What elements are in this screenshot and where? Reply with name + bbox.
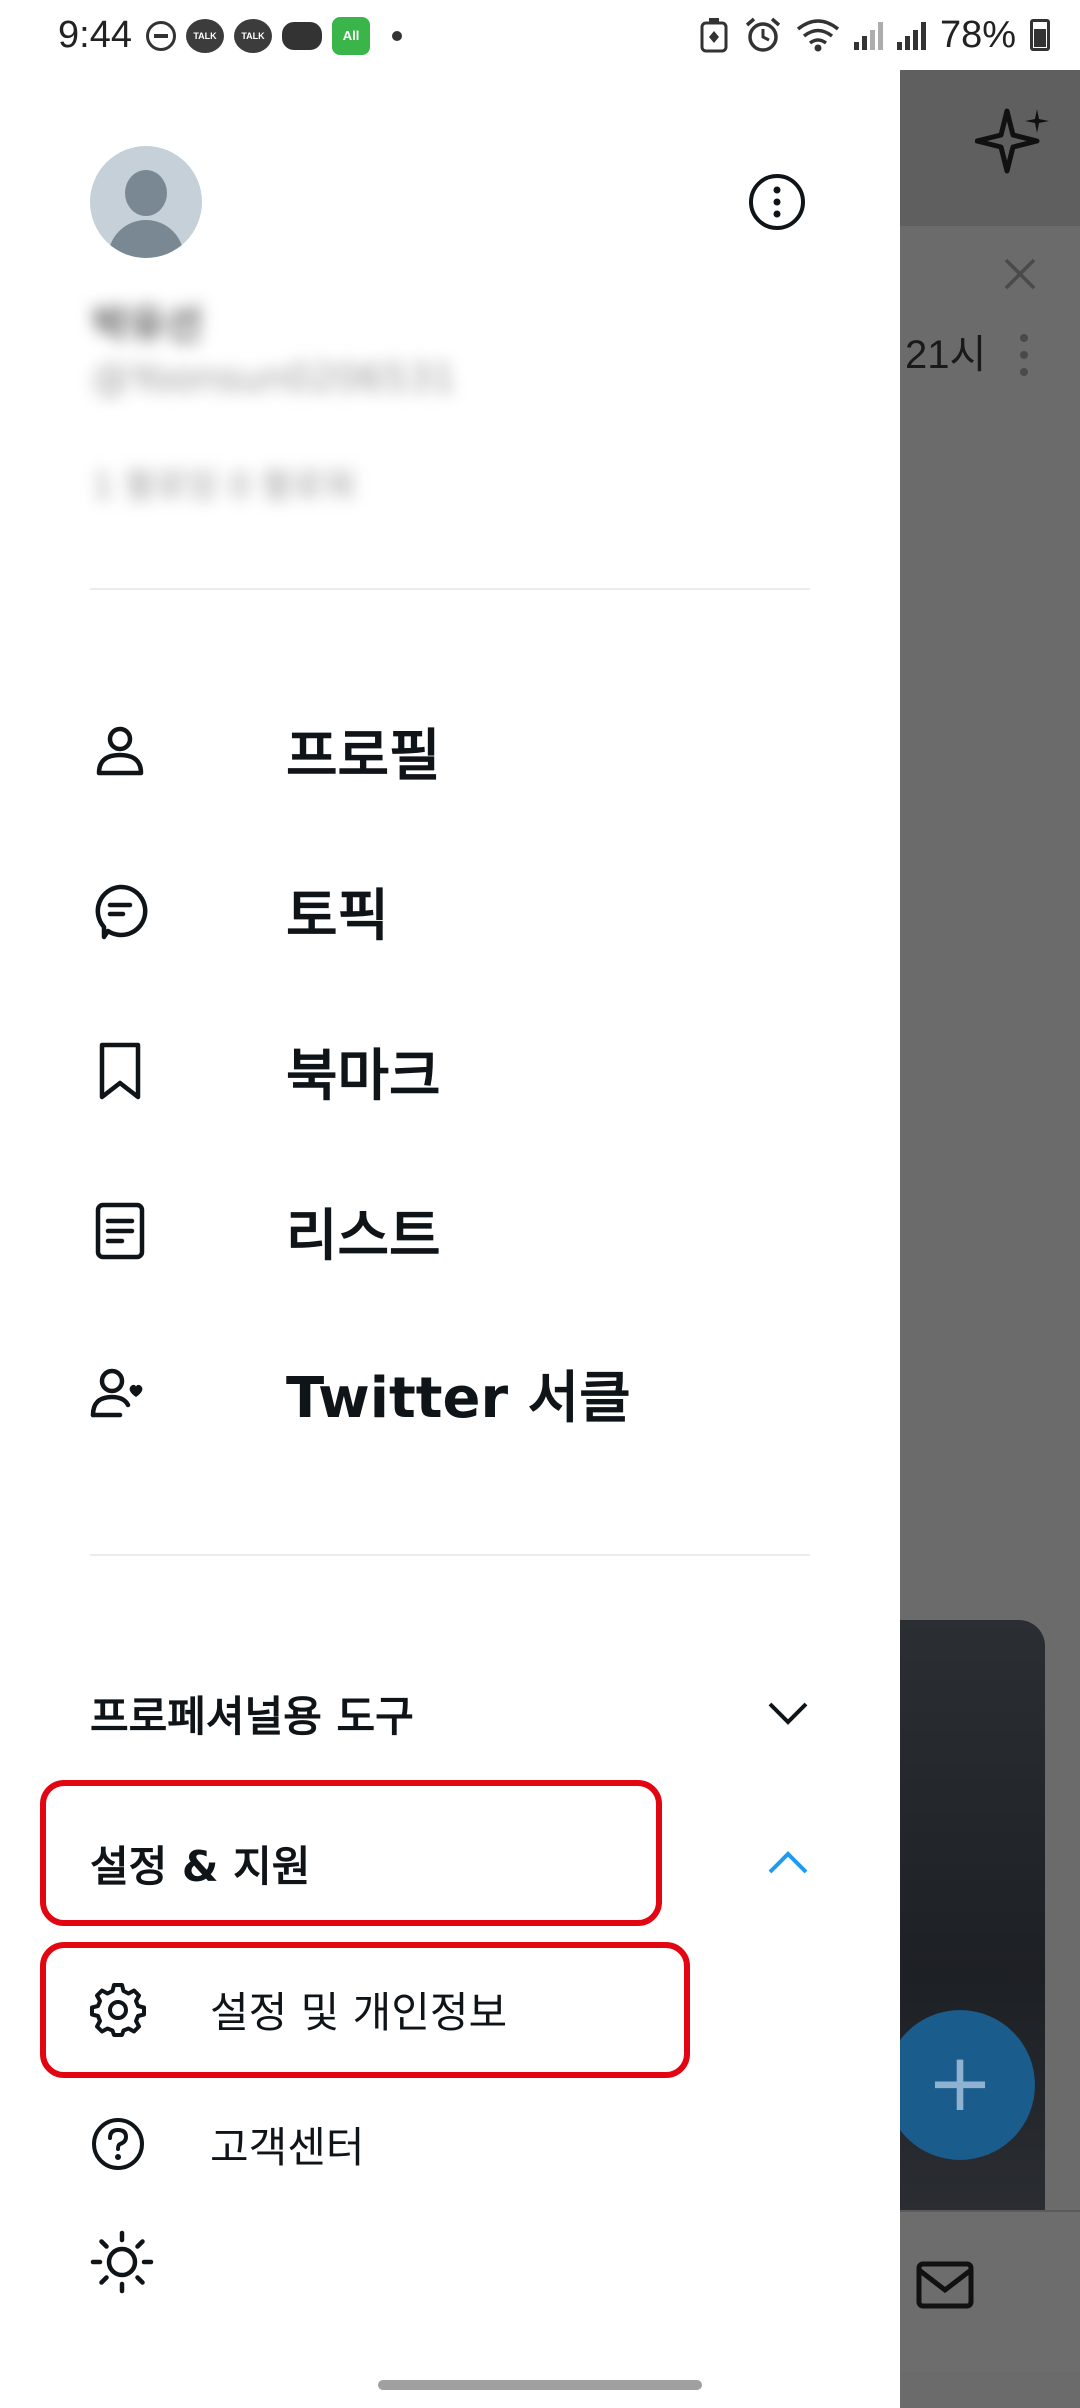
roaming-signal-icon — [853, 20, 883, 50]
topic-bubble-icon — [95, 884, 148, 940]
plus-icon: + — [926, 2036, 994, 2129]
list-document-icon — [95, 1202, 145, 1260]
divider — [90, 1554, 810, 1556]
menu-item-label: 북마크 — [286, 1043, 441, 1109]
all-app-icon: All — [332, 17, 370, 55]
display-brightness-icon[interactable] — [90, 2230, 154, 2294]
bookmark-icon — [99, 1042, 141, 1100]
menu-item-label: Twitter 서클 — [286, 1365, 631, 1431]
more-vertical-icon[interactable] — [1014, 332, 1034, 378]
do-not-disturb-icon — [146, 21, 176, 51]
chevron-up-icon — [768, 1851, 808, 1874]
home-gesture-bar[interactable] — [378, 2380, 702, 2390]
menu-item-label: 토픽 — [286, 883, 390, 949]
status-bar: 9:44 TALK TALK All 78% — [0, 0, 1080, 70]
menu-item-profile[interactable]: 프로필 — [90, 696, 790, 806]
battery-icon — [1030, 19, 1050, 51]
divider — [90, 588, 810, 590]
profile-display-name[interactable]: 박유선 — [92, 292, 202, 350]
menu-item-topics[interactable]: 토픽 — [90, 856, 790, 966]
avatar[interactable] — [90, 146, 202, 258]
battery-percent: 78% — [939, 13, 1016, 56]
profile-handle: @Yoonsun0206531 — [92, 356, 456, 400]
section-professional-tools[interactable]: 프로페셔널용 도구 — [90, 1668, 810, 1758]
menu-item-bookmarks[interactable]: 북마크 — [90, 1016, 790, 1126]
alarm-icon — [745, 17, 781, 52]
more-options-icon[interactable] — [748, 173, 806, 231]
person-icon — [96, 726, 144, 776]
compose-fab-button[interactable]: + — [885, 2010, 1035, 2160]
chevron-down-icon — [768, 1702, 808, 1725]
cellular-signal-icon — [896, 20, 926, 50]
menu-item-settings-privacy[interactable]: 설정 및 개인정보 — [90, 1969, 690, 2049]
more-notifications-dot-icon — [392, 31, 402, 41]
sub-item-label: 설정 및 개인정보 — [210, 1987, 508, 2037]
status-system-icons: 78% — [698, 14, 1050, 56]
profile-follow-stats[interactable]: 1 팔로잉 0 팔로워 — [92, 458, 355, 507]
help-question-icon — [92, 2118, 144, 2170]
circle-person-heart-icon — [90, 1368, 143, 1418]
game-controller-icon — [282, 22, 322, 50]
wifi-icon — [796, 19, 840, 52]
background-timestamp: 21시 — [905, 333, 987, 377]
kakaotalk-icon: TALK — [234, 19, 272, 53]
menu-item-twitter-circle[interactable]: Twitter 서클 — [90, 1338, 790, 1448]
menu-item-lists[interactable]: 리스트 — [90, 1176, 790, 1286]
kakaotalk-icon: TALK — [186, 19, 224, 53]
section-settings-support[interactable]: 설정 & 지원 — [90, 1818, 810, 1908]
navigation-drawer: 박유선 @Yoonsun0206531 1 팔로잉 0 팔로워 프로필 토픽 북… — [0, 66, 900, 2408]
gear-icon — [90, 1983, 146, 2037]
menu-item-label: 리스트 — [286, 1203, 441, 1269]
status-time: 9:44 — [58, 14, 132, 56]
status-notification-icons: TALK TALK All — [146, 16, 402, 56]
close-icon[interactable] — [1000, 254, 1040, 294]
menu-item-label: 프로필 — [286, 723, 441, 789]
battery-saver-icon — [700, 18, 728, 53]
menu-item-help-center[interactable]: 고객센터 — [90, 2104, 690, 2184]
sparkle-icon[interactable] — [975, 105, 1055, 185]
section-label: 프로페셔널용 도구 — [90, 1691, 414, 1741]
section-label: 설정 & 지원 — [90, 1841, 311, 1891]
sub-item-label: 고객센터 — [210, 2122, 365, 2172]
mail-icon[interactable] — [915, 2258, 975, 2312]
